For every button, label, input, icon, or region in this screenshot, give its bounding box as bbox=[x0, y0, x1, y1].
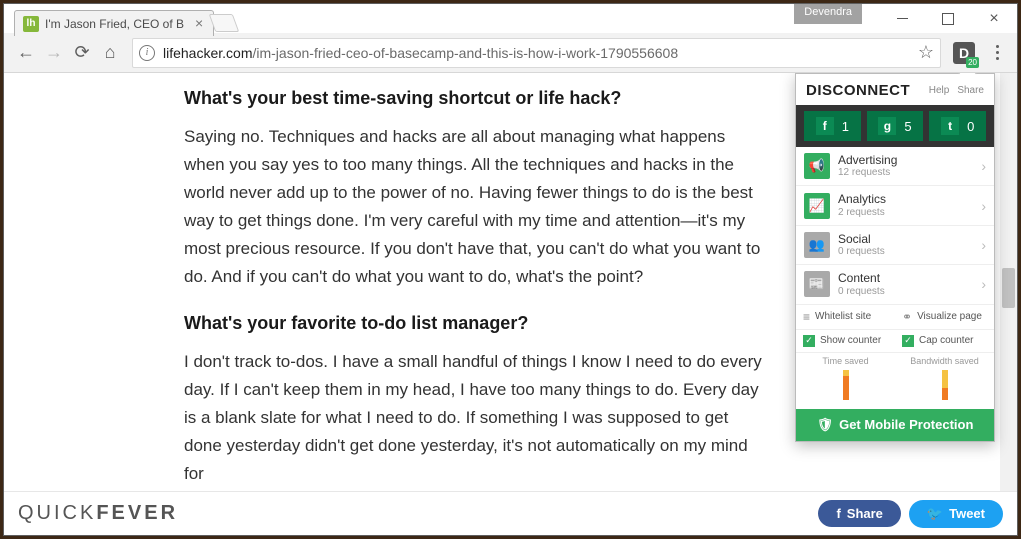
twitter-counter[interactable]: t0 bbox=[929, 111, 986, 141]
chevron-right-icon: › bbox=[981, 237, 986, 253]
facebook-counter[interactable]: f1 bbox=[804, 111, 861, 141]
footer-bar: QUICKFEVER fShare 🐦Tweet bbox=[4, 491, 1017, 535]
chrome-menu-button[interactable] bbox=[985, 45, 1009, 60]
close-tab-icon[interactable]: × bbox=[195, 19, 205, 29]
twitter-tweet-button[interactable]: 🐦Tweet bbox=[909, 500, 1003, 528]
popup-header: DISCONNECT Help Share bbox=[796, 74, 994, 105]
paragraph-todo: I don't track to-dos. I have a small han… bbox=[184, 348, 764, 488]
heading-shortcut: What's your best time-saving shortcut or… bbox=[184, 88, 764, 109]
stats-row: Time saved Bandwidth saved bbox=[796, 353, 994, 409]
scrollbar-thumb[interactable] bbox=[1002, 268, 1015, 308]
whitelist-site[interactable]: ≡Whitelist site bbox=[796, 305, 895, 329]
home-button[interactable]: ⌂ bbox=[96, 39, 124, 67]
title-bar: lh I'm Jason Fried, CEO of B × Devendra … bbox=[4, 4, 1017, 33]
visualize-page[interactable]: ⚭Visualize page bbox=[895, 305, 994, 329]
close-window-button[interactable]: × bbox=[971, 4, 1017, 33]
site-logo: QUICKFEVER bbox=[18, 502, 178, 525]
browser-window: lh I'm Jason Fried, CEO of B × Devendra … bbox=[3, 3, 1018, 536]
browser-tab[interactable]: lh I'm Jason Fried, CEO of B × bbox=[14, 10, 214, 36]
checkbox-checked-icon: ✓ bbox=[902, 335, 914, 347]
favicon: lh bbox=[23, 16, 39, 32]
show-counter-checkbox[interactable]: ✓Show counter bbox=[796, 330, 895, 352]
twitter-icon: t bbox=[941, 117, 959, 135]
new-tab-button[interactable] bbox=[209, 14, 240, 32]
megaphone-icon: 📢 bbox=[804, 153, 830, 179]
facebook-share-button[interactable]: fShare bbox=[818, 500, 900, 527]
time-bar-icon bbox=[843, 370, 849, 400]
twitter-icon: 🐦 bbox=[927, 506, 943, 522]
forward-button[interactable]: → bbox=[40, 39, 68, 67]
shield-icon: 🛡 bbox=[817, 417, 834, 433]
checkbox-row: ✓Show counter ✓Cap counter bbox=[796, 330, 994, 353]
disconnect-brand: DISCONNECT bbox=[806, 82, 910, 99]
address-bar[interactable]: i lifehacker.com/im-jason-fried-ceo-of-b… bbox=[132, 38, 941, 68]
facebook-icon: f bbox=[836, 506, 840, 521]
social-counters: f1 g5 t0 bbox=[796, 105, 994, 147]
content-icon: 📰 bbox=[804, 271, 830, 297]
chevron-right-icon: › bbox=[981, 276, 986, 292]
paragraph-saying-no: Saying no. Techniques and hacks are all … bbox=[184, 123, 764, 291]
cap-counter-checkbox[interactable]: ✓Cap counter bbox=[895, 330, 994, 352]
bandwidth-saved-stat: Bandwidth saved bbox=[895, 353, 994, 409]
category-content[interactable]: 📰 Content0 requests › bbox=[796, 265, 994, 304]
site-info-icon[interactable]: i bbox=[139, 45, 155, 61]
url-host: lifehacker.com bbox=[163, 45, 252, 61]
help-link[interactable]: Help bbox=[929, 85, 950, 96]
disconnect-extension-icon[interactable]: D20 bbox=[953, 42, 975, 64]
chevron-right-icon: › bbox=[981, 198, 986, 214]
page-content: What's your best time-saving shortcut or… bbox=[4, 73, 1017, 535]
back-button[interactable]: ← bbox=[12, 39, 40, 67]
url-path: /im-jason-fried-ceo-of-basecamp-and-this… bbox=[252, 45, 678, 61]
scrollbar[interactable] bbox=[1000, 73, 1017, 491]
graph-icon: ⚭ bbox=[902, 310, 912, 324]
category-advertising[interactable]: 📢 Advertising12 requests › bbox=[796, 147, 994, 186]
list-icon: ≡ bbox=[803, 310, 810, 324]
category-social[interactable]: 👥 Social0 requests › bbox=[796, 226, 994, 265]
google-counter[interactable]: g5 bbox=[867, 111, 924, 141]
article: What's your best time-saving shortcut or… bbox=[4, 73, 824, 489]
bookmark-star-icon[interactable]: ☆ bbox=[918, 42, 934, 63]
chart-icon: 📈 bbox=[804, 193, 830, 219]
profile-badge[interactable]: Devendra bbox=[794, 4, 862, 24]
maximize-button[interactable] bbox=[925, 4, 971, 33]
tab-title: I'm Jason Fried, CEO of B bbox=[45, 17, 189, 31]
checkbox-checked-icon: ✓ bbox=[803, 335, 815, 347]
people-icon: 👥 bbox=[804, 232, 830, 258]
disconnect-popup: DISCONNECT Help Share f1 g5 t0 📢 Adverti… bbox=[795, 73, 995, 442]
options-row: ≡Whitelist site ⚭Visualize page bbox=[796, 305, 994, 330]
chevron-right-icon: › bbox=[981, 158, 986, 174]
reload-button[interactable]: ⟳ bbox=[68, 39, 96, 67]
get-mobile-button[interactable]: 🛡Get Mobile Protection bbox=[796, 409, 994, 441]
toolbar: ← → ⟳ ⌂ i lifehacker.com/im-jason-fried-… bbox=[4, 33, 1017, 73]
google-icon: g bbox=[878, 117, 896, 135]
extension-badge: 20 bbox=[966, 57, 979, 68]
share-link[interactable]: Share bbox=[957, 85, 984, 96]
time-saved-stat: Time saved bbox=[796, 353, 895, 409]
window-controls: × bbox=[879, 4, 1017, 33]
bandwidth-bar-icon bbox=[942, 370, 948, 400]
facebook-icon: f bbox=[816, 117, 834, 135]
category-analytics[interactable]: 📈 Analytics2 requests › bbox=[796, 186, 994, 225]
minimize-button[interactable] bbox=[879, 4, 925, 33]
heading-todo: What's your favorite to-do list manager? bbox=[184, 313, 764, 334]
